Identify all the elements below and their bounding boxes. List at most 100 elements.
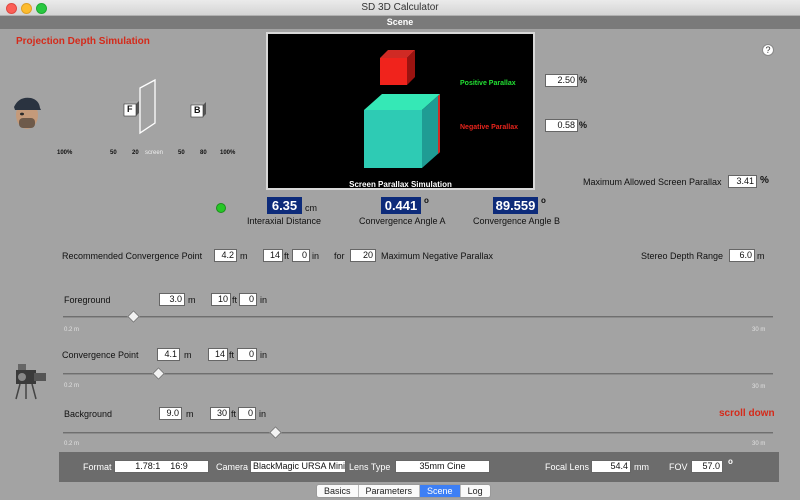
- convergence-ft-field[interactable]: 14: [208, 348, 228, 361]
- convergence-ft-unit: ft: [229, 350, 235, 360]
- interaxial-unit: cm: [305, 203, 317, 213]
- negative-parallax-unit: %: [579, 120, 588, 130]
- convergence-max-label: 30 m: [752, 384, 766, 390]
- recommended-ft-field[interactable]: 14: [263, 249, 283, 262]
- cube-b-label: B: [194, 105, 201, 115]
- camera-label: Camera: [216, 462, 249, 472]
- interaxial-value: 6.35: [267, 197, 302, 214]
- background-label: Background: [64, 409, 113, 419]
- format-label: Format: [83, 462, 112, 472]
- recommended-m-unit: m: [240, 251, 248, 261]
- help-button[interactable]: ?: [762, 44, 774, 56]
- negative-parallax-field[interactable]: 0.58: [545, 119, 578, 132]
- convergence-slider-thumb[interactable]: [151, 367, 165, 380]
- format-field[interactable]: 1.78:1 16:9: [114, 460, 209, 473]
- fov-field[interactable]: 57.0: [691, 460, 723, 473]
- camera-rig-icon: [12, 362, 48, 400]
- background-m-unit: m: [186, 409, 194, 419]
- foreground-in-unit: in: [260, 295, 268, 305]
- recommended-ft-unit: ft: [284, 251, 290, 261]
- interaxial-label: Interaxial Distance: [247, 216, 322, 226]
- background-slider[interactable]: [63, 432, 773, 434]
- convergence-slider[interactable]: [63, 373, 773, 375]
- focal-lens-unit: mm: [634, 462, 649, 472]
- foreground-slider[interactable]: [63, 316, 773, 318]
- foreground-min-label: 0.2 m: [64, 327, 80, 333]
- angle-b-label: Convergence Angle B: [473, 216, 561, 226]
- app-window: SD 3D Calculator Scene Projection Depth …: [0, 0, 800, 500]
- tab-scene[interactable]: Scene: [420, 485, 461, 497]
- stereo-depth-field[interactable]: 6.0: [729, 249, 755, 262]
- convergence-m-field[interactable]: 4.1: [157, 348, 180, 361]
- foreground-m-field[interactable]: 3.0: [159, 293, 185, 306]
- convergence-label: Convergence Point: [62, 350, 139, 360]
- simulation-title: Screen Parallax Simulation: [349, 180, 452, 189]
- angle-b-unit: o: [541, 196, 546, 205]
- tab-basics[interactable]: Basics: [317, 485, 359, 497]
- background-ft-field[interactable]: 30: [210, 407, 230, 420]
- projection-title: Projection Depth Simulation: [16, 36, 150, 47]
- foreground-ft-unit: ft: [232, 295, 238, 305]
- foreground-ft-field[interactable]: 10: [211, 293, 231, 306]
- angle-a-unit: o: [424, 196, 429, 205]
- background-slider-thumb[interactable]: [269, 426, 282, 439]
- convergence-min-label: 0.2 m: [64, 383, 80, 389]
- angle-a-value: 0.441: [381, 197, 421, 214]
- convergence-in-field[interactable]: 0: [237, 348, 257, 361]
- foreground-in-field[interactable]: 0: [239, 293, 257, 306]
- focal-lens-label: Focal Lens: [545, 462, 590, 472]
- scale-label-screen: screen: [145, 150, 164, 156]
- scale-label: 100%: [220, 150, 236, 156]
- lens-type-field[interactable]: 35mm Cine: [395, 460, 490, 473]
- angle-b-value: 89.559: [493, 197, 538, 214]
- status-indicator: [216, 203, 226, 213]
- foreground-m-unit: m: [188, 295, 196, 305]
- recommended-in-field[interactable]: 0: [292, 249, 310, 262]
- convergence-m-unit: m: [184, 350, 192, 360]
- background-ft-unit: ft: [231, 409, 237, 419]
- viewer-avatar: [9, 95, 43, 131]
- cube-f-label: F: [127, 104, 133, 114]
- scale-label: 80: [200, 150, 207, 156]
- foreground-max-label: 30 m: [752, 327, 766, 333]
- title-bar: SD 3D Calculator: [0, 0, 800, 16]
- angle-a-label: Convergence Angle A: [359, 216, 446, 226]
- background-min-label: 0.2 m: [64, 441, 80, 447]
- foreground-label: Foreground: [64, 295, 111, 305]
- background-in-field[interactable]: 0: [238, 407, 256, 420]
- camera-field[interactable]: BlackMagic URSA Mini: [250, 460, 346, 473]
- recommended-for-label: for: [334, 251, 345, 261]
- recommended-in-unit: in: [312, 251, 320, 261]
- scale-label: 100%: [57, 150, 73, 156]
- positive-parallax-field[interactable]: 2.50: [545, 74, 578, 87]
- focal-lens-field[interactable]: 54.4: [591, 460, 631, 473]
- foreground-slider-thumb[interactable]: [127, 310, 140, 323]
- background-max-label: 30 m: [752, 441, 766, 447]
- tab-bar: Basics Parameters Scene Log: [316, 484, 491, 498]
- window-title: SD 3D Calculator: [361, 2, 439, 13]
- camera-settings-bar: Format 1.78:1 16:9 Camera BlackMagic URS…: [59, 452, 779, 482]
- negative-parallax-label: Negative Parallax: [460, 124, 518, 131]
- tab-parameters[interactable]: Parameters: [359, 485, 421, 497]
- max-negative-parallax-label: Maximum Negative Parallax: [381, 251, 494, 261]
- scroll-down-hint: scroll down: [719, 408, 775, 419]
- fov-unit: o: [728, 457, 733, 466]
- positive-parallax-unit: %: [579, 75, 588, 85]
- scale-label: 50: [110, 150, 117, 156]
- max-parallax-unit: %: [760, 175, 769, 186]
- recommended-m-field[interactable]: 4.2: [214, 249, 237, 262]
- stereo-depth-unit: m: [757, 251, 765, 261]
- scale-label: 50: [178, 150, 185, 156]
- fov-label: FOV: [669, 462, 688, 472]
- stereo-depth-label: Stereo Depth Range: [641, 251, 724, 261]
- section-title: Scene: [386, 17, 414, 27]
- section-header: Scene: [0, 16, 800, 29]
- tab-log[interactable]: Log: [461, 485, 490, 497]
- parallax-simulation-view: Positive Parallax Negative Parallax Scre…: [266, 32, 535, 190]
- background-m-field[interactable]: 9.0: [159, 407, 182, 420]
- max-parallax-label: Maximum Allowed Screen Parallax: [583, 177, 722, 187]
- convergence-in-unit: in: [260, 350, 268, 360]
- lens-type-label: Lens Type: [349, 462, 391, 472]
- max-negative-parallax-field[interactable]: 20: [350, 249, 376, 262]
- max-parallax-field[interactable]: 3.41: [728, 175, 757, 188]
